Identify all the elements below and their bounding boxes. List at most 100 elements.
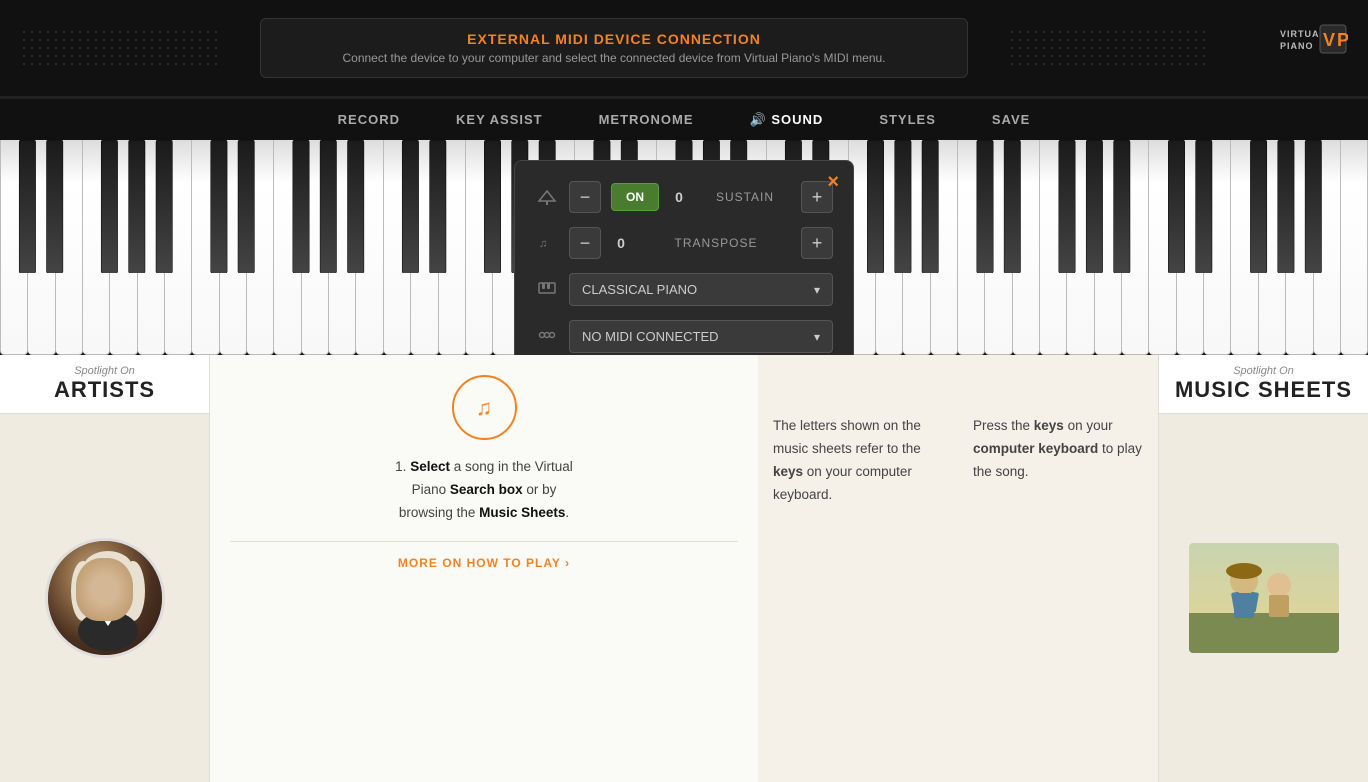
how-to-step1: 1. Select a song in the Virtual Piano Se… xyxy=(384,456,584,525)
spotlight-artists-image[interactable] xyxy=(0,414,209,782)
transpose-row: ♫ − 0 TRANSPOSE + xyxy=(535,227,833,259)
white-key[interactable] xyxy=(0,140,28,355)
white-key[interactable] xyxy=(274,140,301,355)
dot-pattern-left xyxy=(20,28,220,68)
white-key[interactable] xyxy=(1204,140,1231,355)
svg-text:VIRTUAL: VIRTUAL xyxy=(1280,29,1326,39)
transpose-icon-svg: ♫ xyxy=(537,233,557,251)
white-key[interactable] xyxy=(876,140,903,355)
white-key[interactable] xyxy=(110,140,137,355)
white-key[interactable] xyxy=(138,140,165,355)
nav-save[interactable]: SAVE xyxy=(984,108,1038,131)
white-key[interactable] xyxy=(1259,140,1286,355)
virtual-piano-logo-svg: VIRTUAL PIANO VP xyxy=(1278,23,1348,68)
spotlight-music-sheets: Spotlight On MUSIC SHEETS xyxy=(1158,355,1368,782)
step1-music: Music Sheets xyxy=(479,505,565,520)
pedal-icon-svg xyxy=(537,187,557,205)
svg-text:PIANO: PIANO xyxy=(1280,41,1314,51)
white-key[interactable] xyxy=(985,140,1012,355)
white-key[interactable] xyxy=(329,140,356,355)
more-link-text[interactable]: MORE ON HOW TO PLAY › xyxy=(398,556,570,570)
instrument-icon xyxy=(535,279,559,300)
white-key[interactable] xyxy=(83,140,110,355)
white-key[interactable] xyxy=(1341,140,1368,355)
midi-selected: NO MIDI CONNECTED xyxy=(582,329,719,344)
col3-keys: keys xyxy=(1034,418,1064,433)
how-to-col3: Press the keys on your computer keyboard… xyxy=(958,355,1158,782)
music-note-icon: ♫ xyxy=(476,395,493,421)
white-key[interactable] xyxy=(1231,140,1258,355)
sustain-row: − ON 0 SUSTAIN + xyxy=(535,181,833,213)
spotlight-sheets-header: Spotlight On MUSIC SHEETS xyxy=(1159,355,1368,414)
more-how-to-play[interactable]: MORE ON HOW TO PLAY › xyxy=(230,541,738,572)
logo-text: VIRTUAL PIANO VP xyxy=(1278,23,1348,72)
midi-icon-svg xyxy=(537,326,557,344)
col2-text: The letters shown on the music sheets re… xyxy=(773,415,943,507)
white-key[interactable] xyxy=(1122,140,1149,355)
how-to-play-section: ♫ 1. Select a song in the Virtual Piano … xyxy=(210,355,758,782)
close-button[interactable]: × xyxy=(827,171,839,194)
white-key[interactable] xyxy=(220,140,247,355)
white-key[interactable] xyxy=(1314,140,1341,355)
col2-prefix: The letters shown on the music sheets re… xyxy=(773,418,921,456)
white-key[interactable] xyxy=(56,140,83,355)
nav-record[interactable]: RECORD xyxy=(330,108,408,131)
white-key[interactable] xyxy=(958,140,985,355)
white-key[interactable] xyxy=(1177,140,1204,355)
white-key[interactable] xyxy=(411,140,438,355)
spotlight-sheets-image[interactable] xyxy=(1159,414,1368,782)
spotlight-sheets-title: MUSIC SHEETS xyxy=(1174,377,1353,403)
music-sheet-preview xyxy=(1189,543,1339,653)
white-key[interactable] xyxy=(247,140,274,355)
dot-pattern-right xyxy=(1008,28,1208,68)
white-key[interactable] xyxy=(384,140,411,355)
col2-keys: keys xyxy=(773,464,803,479)
step1-select: Select xyxy=(410,459,450,474)
spotlight-artists-on-label: Spotlight On xyxy=(15,365,194,377)
instrument-dropdown[interactable]: CLASSICAL PIANO ▾ xyxy=(569,273,833,306)
white-key[interactable] xyxy=(466,140,493,355)
nav-metronome[interactable]: METRONOME xyxy=(591,108,702,131)
white-key[interactable] xyxy=(165,140,192,355)
spotlight-artists-title: ARTISTS xyxy=(15,377,194,403)
white-key[interactable] xyxy=(302,140,329,355)
sustain-toggle[interactable]: ON xyxy=(611,183,659,211)
logo-area: VIRTUAL PIANO VP xyxy=(1228,21,1348,76)
white-key[interactable] xyxy=(1013,140,1040,355)
white-key[interactable] xyxy=(439,140,466,355)
white-key[interactable] xyxy=(28,140,55,355)
more-arrow: › xyxy=(565,556,570,570)
music-sheet-preview-svg xyxy=(1189,543,1339,653)
white-key[interactable] xyxy=(903,140,930,355)
nav-key-assist[interactable]: KEY ASSIST xyxy=(448,108,551,131)
step1-number: 1. xyxy=(395,459,410,474)
transpose-minus-button[interactable]: − xyxy=(569,227,601,259)
instrument-selected: CLASSICAL PIANO xyxy=(582,282,697,297)
white-key[interactable] xyxy=(1040,140,1067,355)
white-key[interactable] xyxy=(931,140,958,355)
white-key[interactable] xyxy=(1149,140,1176,355)
midi-banner-subtitle: Connect the device to your computer and … xyxy=(301,51,927,65)
transpose-plus-button[interactable]: + xyxy=(801,227,833,259)
nav-styles[interactable]: STYLES xyxy=(871,108,944,131)
white-key[interactable] xyxy=(1286,140,1313,355)
white-key[interactable] xyxy=(192,140,219,355)
sustain-minus-button[interactable]: − xyxy=(569,181,601,213)
nav-bar: RECORD KEY ASSIST METRONOME 🔊 SOUND STYL… xyxy=(0,98,1368,140)
midi-dropdown[interactable]: NO MIDI CONNECTED ▾ xyxy=(569,320,833,353)
col3-keyboard: computer keyboard xyxy=(973,441,1098,456)
nav-sound[interactable]: 🔊 SOUND xyxy=(742,108,832,132)
step1-period: . xyxy=(565,505,569,520)
bach-portrait-svg xyxy=(48,541,165,658)
instrument-row: CLASSICAL PIANO ▾ xyxy=(535,273,833,306)
white-key[interactable] xyxy=(356,140,383,355)
white-key[interactable] xyxy=(1095,140,1122,355)
midi-banner: EXTERNAL MIDI DEVICE CONNECTION Connect … xyxy=(260,18,968,78)
spotlight-artists-header: Spotlight On ARTISTS xyxy=(0,355,209,414)
bottom-section: Spotlight On ARTISTS xyxy=(0,355,1368,782)
transpose-value: 0 xyxy=(611,235,631,251)
artist-portrait-circle xyxy=(45,538,165,658)
spotlight-sheets-on-label: Spotlight On xyxy=(1174,365,1353,377)
white-key[interactable] xyxy=(1067,140,1094,355)
transpose-icon: ♫ xyxy=(535,233,559,254)
